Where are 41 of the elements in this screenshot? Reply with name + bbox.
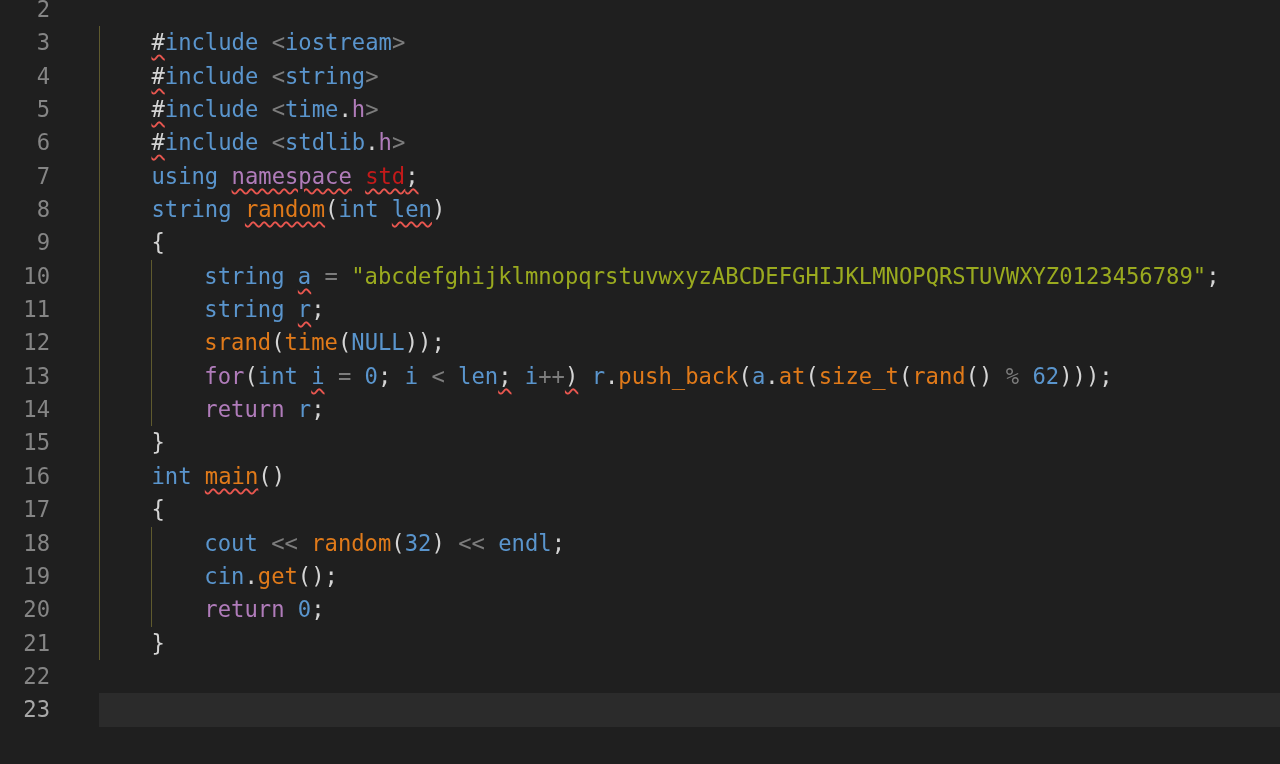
code-line: using namespace std; (98, 159, 1280, 194)
line-number: 19 (22, 561, 50, 591)
code-line: for(int i = 0; i < len; i++) r.push_back(a.at(size_t(rand() % 62))); (98, 359, 1280, 394)
code-line: int main() (98, 459, 1280, 494)
code-line: string random(int len) (98, 193, 1280, 227)
code-line: { (98, 493, 1280, 527)
code-line: return 0; (98, 593, 1280, 627)
line-number: 14 (22, 395, 50, 425)
line-number: 21 (22, 628, 50, 658)
line-number: 17 (22, 495, 50, 525)
code-line: } (98, 426, 1280, 460)
line-number: 11 (22, 295, 50, 325)
line-number: 16 (22, 461, 50, 491)
line-number: 5 (35, 95, 50, 125)
line-number: 8 (35, 195, 50, 225)
code-line: string a = "abcdefghijklmnopqrstuvwxyzABCDEFGHIJKLMNOPQRSTUVWXYZ0123456789"; (98, 259, 1280, 294)
line-number: 18 (22, 528, 50, 558)
code-line: { (98, 226, 1280, 260)
line-number: 23 (22, 695, 50, 725)
line-number: 6 (35, 128, 50, 158)
line-number: 3 (35, 28, 50, 58)
code-line: return r; (98, 393, 1280, 427)
code-line: cout << random(32) << endl; (98, 526, 1280, 560)
code-line: #include <stdlib.h> (98, 126, 1280, 160)
line-number: 2 (35, 0, 50, 24)
line-number: 4 (35, 61, 50, 91)
line-number: 15 (22, 428, 50, 458)
code-line: cin.get(); (98, 559, 1280, 594)
line-number: 13 (22, 361, 50, 391)
code-line: #include <string> (98, 59, 1280, 94)
line-number: 22 (22, 661, 50, 691)
line-number: 9 (35, 228, 50, 258)
line-number: 20 (22, 595, 50, 625)
code-line: #include <iostream> (98, 26, 1280, 60)
code-line: } (98, 626, 1280, 660)
code-line: #include <time.h> (98, 93, 1280, 127)
line-number: 10 (22, 261, 50, 291)
line-number: 12 (22, 328, 50, 358)
code-line: string r; (98, 293, 1280, 327)
code-line: srand(time(NULL)); (98, 326, 1280, 360)
line-number: 7 (35, 161, 50, 191)
